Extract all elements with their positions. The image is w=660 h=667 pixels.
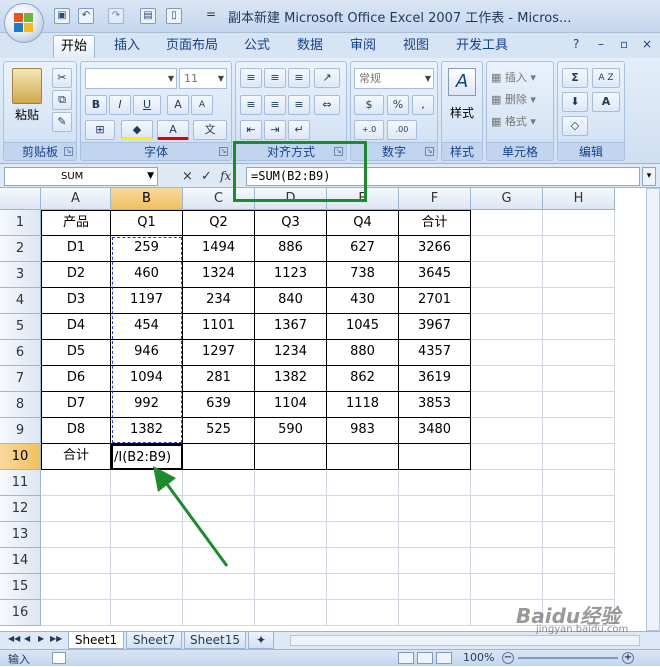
annotation-arrow	[153, 466, 229, 567]
arrow-shaft	[162, 479, 229, 567]
arrow-head	[153, 466, 176, 492]
watermark-url: jingyan.baidu.com	[536, 624, 629, 635]
